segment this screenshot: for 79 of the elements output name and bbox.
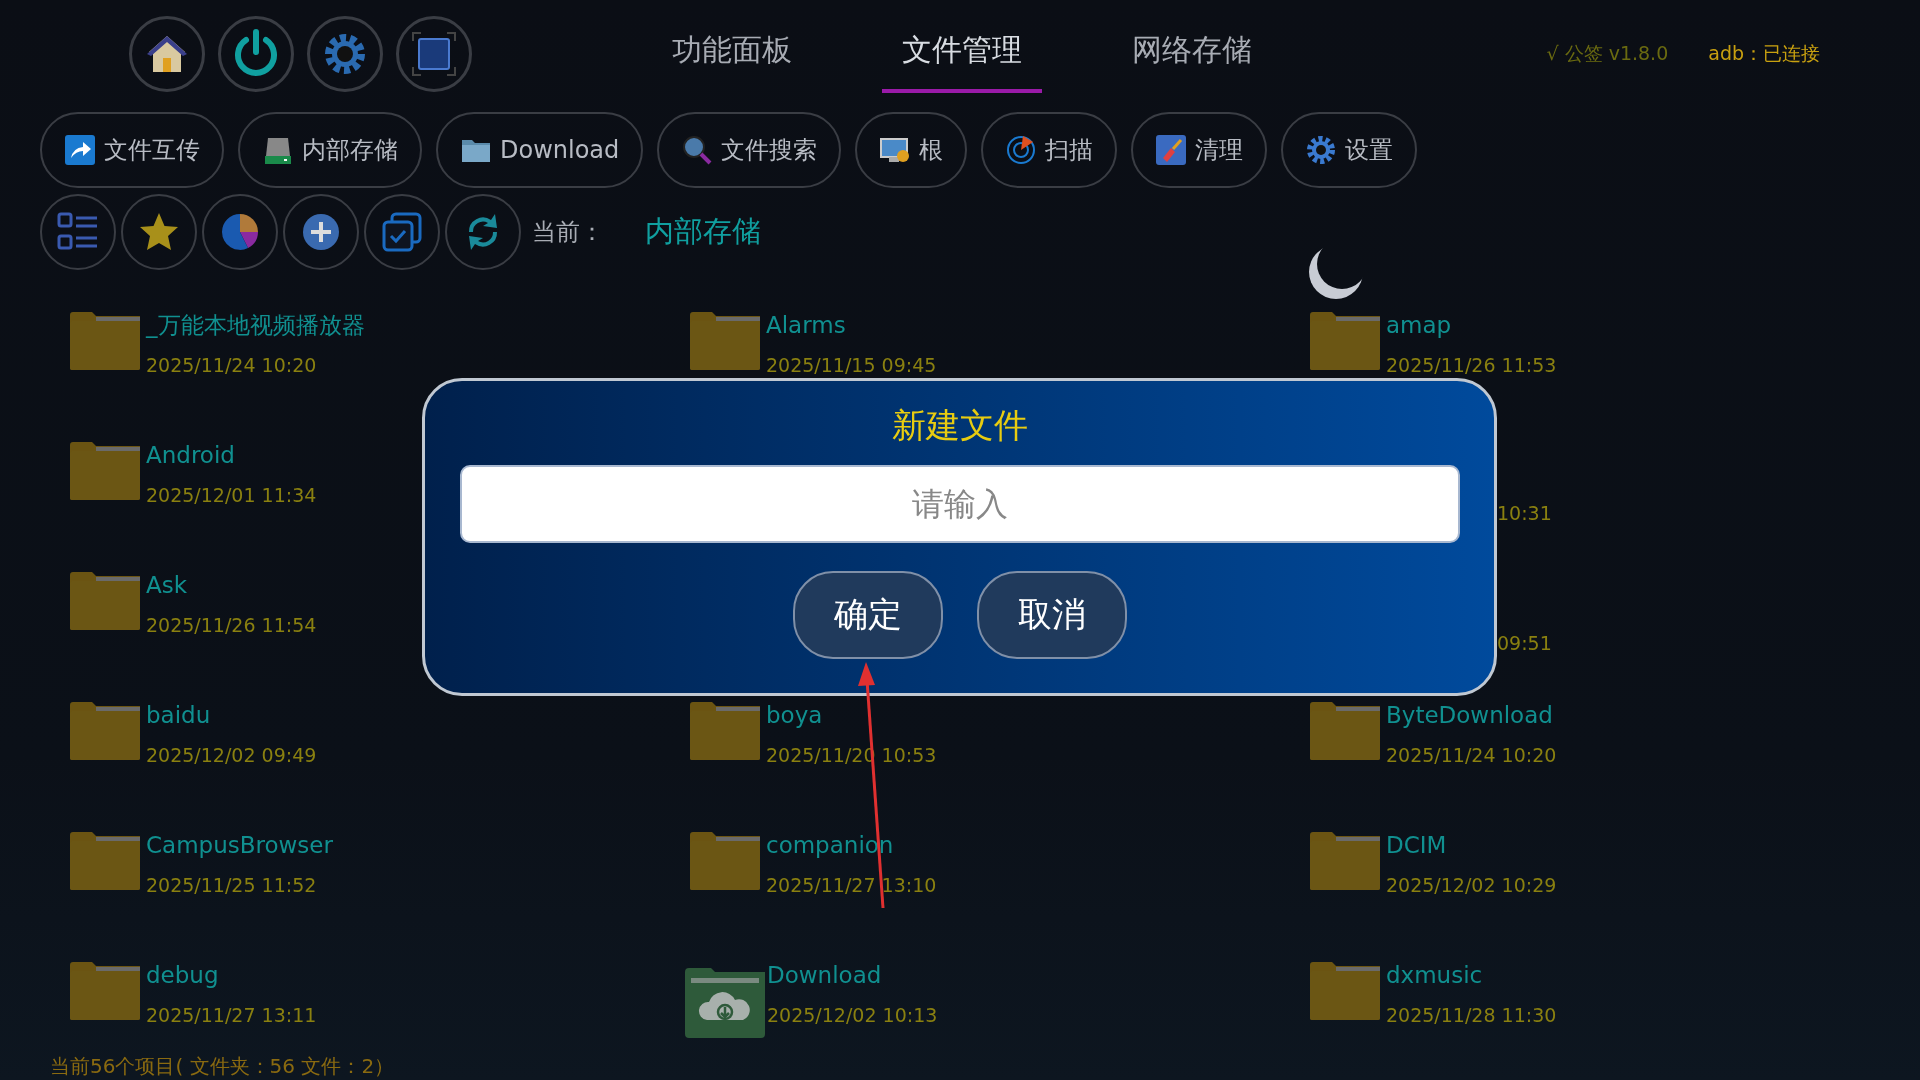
folder-date: 2025/11/24 10:20 (146, 354, 318, 376)
folder-name[interactable]: ByteDownload (1386, 700, 1557, 730)
shortcut-button[interactable]: 扫描 (981, 112, 1118, 188)
folder-date: 2025/11/26 11:54 (146, 614, 317, 636)
current-path: 内部存储 (645, 213, 761, 250)
nav-tab[interactable]: 网络存储 (1112, 15, 1272, 93)
settings-button[interactable] (307, 16, 383, 92)
copy-button[interactable] (364, 194, 440, 270)
cancel-button[interactable]: 取消 (976, 571, 1127, 659)
folder-icon (70, 962, 140, 1020)
folder-name[interactable]: boya (766, 700, 937, 730)
folder-name[interactable]: _万能本地视频播放器 (146, 310, 365, 340)
shortcut-button[interactable]: 内部存储 (238, 112, 422, 188)
folder-date: 2025/12/02 10:13 (767, 1004, 938, 1026)
plus-button[interactable] (283, 194, 359, 270)
file-name-input[interactable]: 请输入 (459, 465, 1460, 543)
confirm-button[interactable]: 确定 (792, 571, 943, 659)
cloud-folder-icon (685, 968, 765, 1038)
shortcut-button[interactable]: 设置 (1281, 112, 1418, 188)
folder-name[interactable]: Ask (146, 570, 317, 600)
folder-name[interactable]: debug (146, 960, 317, 990)
folder-icon (1310, 702, 1380, 760)
shortcut-button[interactable]: 文件互传 (40, 112, 224, 188)
gear-icon (1305, 134, 1338, 166)
folder-icon (690, 702, 760, 760)
folder-date: 2025/11/25 11:52 (146, 874, 318, 896)
broom-icon (1155, 134, 1188, 166)
nav-tab[interactable]: 功能面板 (652, 15, 812, 93)
folder-date: 10:31 (1497, 502, 1552, 524)
folder-date: 2025/11/26 11:53 (1386, 354, 1557, 376)
home-button[interactable] (129, 16, 205, 92)
folder-date: 09:51 (1497, 632, 1552, 654)
folder-name[interactable]: baidu (146, 700, 317, 730)
folder-icon (70, 572, 140, 630)
folder-icon (70, 832, 140, 890)
radar-icon (1005, 134, 1038, 166)
stop-button[interactable] (396, 16, 472, 92)
item-count-status: 当前56个项目( 文件夹：56 文件：2） (50, 1053, 395, 1080)
star-button[interactable] (121, 194, 197, 270)
folder-name[interactable]: CampusBrowser (146, 830, 333, 860)
folder-date: 2025/12/01 11:34 (146, 484, 317, 506)
folder-date: 2025/11/28 11:30 (1386, 1004, 1557, 1026)
list-button[interactable] (40, 194, 116, 270)
square-icon (411, 31, 457, 77)
folder-date: 2025/11/15 09:45 (766, 354, 937, 376)
folder-icon (690, 832, 760, 890)
power-button[interactable] (218, 16, 294, 92)
copy-icon (380, 210, 424, 254)
folder-icon (70, 442, 140, 500)
folder-icon (1310, 832, 1380, 890)
folder-name[interactable]: dxmusic (1386, 960, 1557, 990)
nav-tab[interactable]: 文件管理 (882, 15, 1042, 93)
folder-icon (70, 702, 140, 760)
folder-name[interactable]: DCIM (1386, 830, 1557, 860)
version-text: √ 公签 v1.8.0 (1546, 41, 1669, 66)
folder-date: 2025/12/02 10:29 (1386, 874, 1557, 896)
folder-name[interactable]: Android (146, 440, 317, 470)
current-label: 当前： (532, 217, 604, 248)
folder-date: 2025/11/27 13:10 (766, 874, 937, 896)
folder-name[interactable]: Download (767, 960, 938, 990)
folder-name[interactable]: amap (1386, 310, 1557, 340)
folder-icon (1310, 962, 1380, 1020)
folder-icon (1310, 312, 1380, 370)
shortcut-button[interactable]: Download (436, 112, 644, 188)
dialog-title: 新建文件 (891, 404, 1028, 447)
share-icon (64, 134, 96, 166)
folder-name[interactable]: Alarms (766, 310, 937, 340)
adb-status: adb：已连接 (1708, 41, 1820, 66)
folder-date: 2025/12/02 09:49 (146, 744, 317, 766)
shortcut-button[interactable]: 清理 (1131, 112, 1268, 188)
sync-button[interactable] (445, 194, 521, 270)
folder-icon (690, 312, 760, 370)
folder-date: 2025/11/24 10:20 (1386, 744, 1557, 766)
folder-date: 2025/11/27 13:11 (146, 1004, 317, 1026)
shortcut-button[interactable]: 根 (855, 112, 968, 188)
shortcut-button[interactable]: 文件搜索 (657, 112, 842, 188)
search-icon (681, 134, 714, 166)
folder-icon (70, 312, 140, 370)
pie-chart-button[interactable] (202, 194, 278, 270)
